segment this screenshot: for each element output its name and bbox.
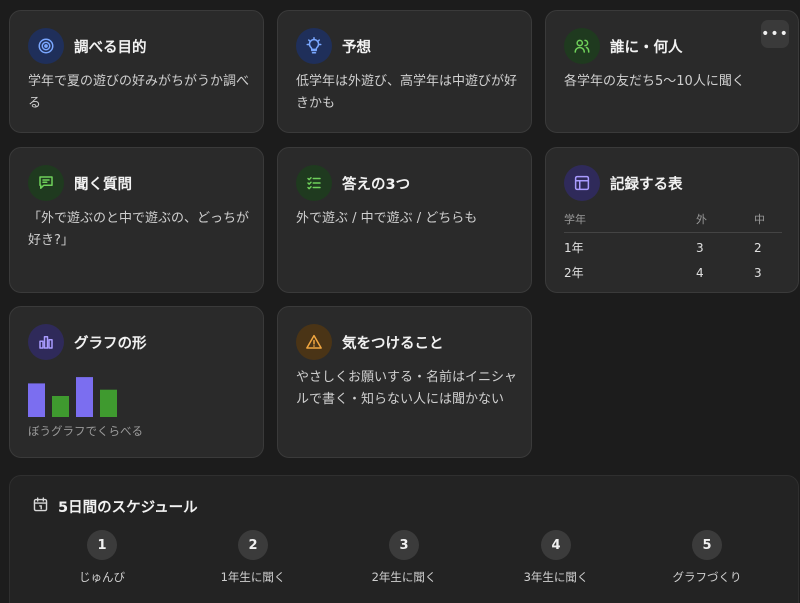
lightbulb-icon <box>296 28 332 64</box>
table-cell: 3 <box>754 265 762 280</box>
checklist-icon <box>296 165 332 201</box>
card-title: 予想 <box>342 39 371 56</box>
table-header-row: 学年 外 中 <box>564 211 782 233</box>
calendar-icon <box>32 496 49 517</box>
card-body: やさしくお願いする・名前はイニシャルで書く・知らない人には聞かない <box>296 370 518 407</box>
schedule-step: 5 グラフづくり <box>642 530 772 585</box>
card-body: 「外で遊ぶのと中で遊ぶの、どっちが好き?」 <box>28 211 250 248</box>
schedule-step: 3 2年生に聞く <box>339 530 469 585</box>
table-cell: 2 <box>754 240 762 255</box>
card-question: 聞く質問 「外で遊ぶのと中で遊ぶの、どっちが好き?」 <box>9 147 264 293</box>
sample-bar <box>28 383 45 417</box>
card-body: 各学年の友だち5〜10人に聞く <box>564 74 745 89</box>
table-row: 1年 3 2 <box>564 233 782 259</box>
sample-bar <box>100 389 117 417</box>
card-answers: 答えの3つ 外で遊ぶ / 中で遊ぶ / どちらも <box>277 147 532 293</box>
card-prediction: 予想 低学年は外遊び、高学年は中遊びが好きかも <box>277 10 532 133</box>
table-header: 中 <box>754 211 782 233</box>
schedule-step: 4 3年生に聞く <box>491 530 621 585</box>
table-icon <box>564 165 600 201</box>
step-number: 3 <box>389 530 419 560</box>
table-header: 外 <box>696 211 754 233</box>
table-cell: 3 <box>696 240 704 255</box>
users-icon <box>564 28 600 64</box>
warning-icon <box>296 324 332 360</box>
table-cell: 1年 <box>564 241 584 255</box>
table-cell: 4 <box>696 265 704 280</box>
table-cell: 2年 <box>564 266 584 280</box>
table-header: 学年 <box>564 211 696 233</box>
schedule-panel: 5日間のスケジュール 1 じゅんび 2 1年生に聞く 3 2年生に聞く 4 3年… <box>9 475 799 603</box>
card-title: 記録する表 <box>610 176 683 193</box>
step-number: 4 <box>541 530 571 560</box>
card-caution: 気をつけること やさしくお願いする・名前はイニシャルで書く・知らない人には聞かな… <box>277 306 532 458</box>
step-number: 5 <box>692 530 722 560</box>
schedule-step: 1 じゅんび <box>37 530 167 585</box>
more-options-button[interactable]: ••• <box>761 20 789 48</box>
graph-caption: ぼうグラフでくらべる <box>28 424 143 438</box>
table-row: 2年 4 3 <box>564 258 782 283</box>
sample-bar <box>76 377 93 417</box>
card-body: 外で遊ぶ / 中で遊ぶ / どちらも <box>296 211 478 226</box>
card-body: 学年で夏の遊びの好みがちがうか調べる <box>28 74 250 111</box>
card-purpose: 調べる目的 学年で夏の遊びの好みがちがうか調べる <box>9 10 264 133</box>
sample-bar-graph <box>28 377 117 417</box>
card-title: 調べる目的 <box>74 39 147 56</box>
step-number: 2 <box>238 530 268 560</box>
step-label: じゅんび <box>79 570 125 584</box>
step-label: 2年生に聞く <box>371 570 437 584</box>
target-icon <box>28 28 64 64</box>
card-title: グラフの形 <box>74 335 147 352</box>
schedule-step: 2 1年生に聞く <box>188 530 318 585</box>
card-title: 誰に・何人 <box>610 39 683 56</box>
step-label: 1年生に聞く <box>220 570 286 584</box>
step-label: グラフづくり <box>672 570 742 584</box>
card-title: 気をつけること <box>342 335 444 352</box>
step-label: 3年生に聞く <box>523 570 589 584</box>
card-title: 聞く質問 <box>74 176 132 193</box>
record-table: 学年 外 中 1年 3 2 2年 4 3 <box>564 211 782 283</box>
card-body: 低学年は外遊び、高学年は中遊びが好きかも <box>296 74 518 111</box>
card-title: 答えの3つ <box>342 176 411 193</box>
schedule-title: 5日間のスケジュール <box>58 500 198 516</box>
chat-question-icon <box>28 165 64 201</box>
step-number: 1 <box>87 530 117 560</box>
card-record: 記録する表 学年 外 中 1年 3 2 2年 4 3 <box>545 147 799 293</box>
bar-chart-icon <box>28 324 64 360</box>
card-graph: グラフの形 ぼうグラフでくらべる <box>9 306 264 458</box>
sample-bar <box>52 396 69 417</box>
